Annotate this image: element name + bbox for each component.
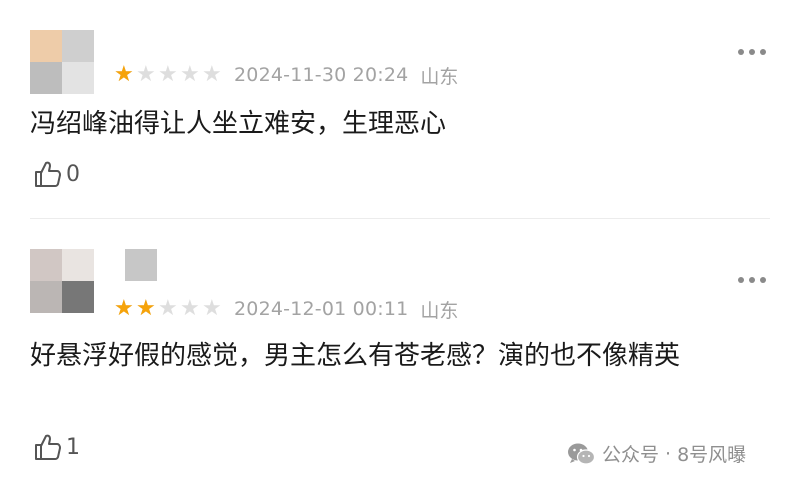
thumbs-up-icon [35, 161, 61, 187]
watermark-separator: · [665, 442, 672, 465]
review-location: 山东 [420, 299, 459, 322]
like-count: 1 [66, 434, 80, 460]
more-options-icon[interactable] [738, 47, 766, 57]
star-icon: ★ ★ [136, 296, 156, 321]
avatar-pixel [62, 281, 94, 313]
review-meta: ★ ★ ★ ★ ★ ★ 2024-11-30 20:24 山东 [114, 61, 458, 89]
avatar-pixel [62, 62, 94, 94]
review-item: ★ ★ ★ ★ ★ ★ 2024-11-30 20:24 山东 冯绍峰油得让人坐立难安，生… [0, 0, 800, 218]
avatar-pixel [62, 30, 94, 62]
review-date: 2024-12-01 00:11 [234, 298, 409, 320]
like-button[interactable]: 0 [32, 158, 80, 190]
review-date: 2024-11-30 20:24 [234, 64, 409, 86]
review-content: 冯绍峰油得让人坐立难安，生理恶心 [30, 109, 447, 139]
star-icon: ★ ★ [114, 296, 134, 321]
review-content: 好悬浮好假的感觉，男主怎么有苍老感？演的也不像精英 [30, 341, 681, 371]
watermark-account-name: 8号风曝 [677, 444, 747, 466]
avatar-pixel [62, 249, 94, 281]
avatar-pixel [30, 281, 62, 313]
star-icon: ★ [180, 296, 200, 321]
wechat-icon [568, 443, 596, 465]
watermark: 公众号 · 8号风曝 [566, 440, 746, 467]
avatar-pixel [30, 30, 62, 62]
thumbs-up-icon [35, 434, 61, 460]
like-button[interactable]: 1 [32, 431, 80, 463]
watermark-account-label: 公众号 [602, 444, 660, 466]
avatar[interactable] [30, 249, 94, 313]
star-icon: ★ [202, 62, 222, 87]
more-options-icon[interactable] [738, 275, 766, 285]
review-location: 山东 [420, 65, 459, 88]
star-rating: ★ ★ ★ ★ ★ ★ ★ [114, 298, 224, 320]
star-icon: ★ ★ [114, 62, 134, 87]
star-icon: ★ [202, 296, 222, 321]
review-meta: ★ ★ ★ ★ ★ ★ ★ 2024-12-01 00:11 山东 [114, 295, 458, 323]
avatar-pixel [30, 249, 62, 281]
username-obscured[interactable] [125, 249, 157, 281]
avatar-pixel [30, 62, 62, 94]
avatar[interactable] [30, 30, 94, 94]
star-icon: ★ [158, 62, 178, 87]
like-count: 0 [66, 161, 80, 187]
star-icon: ★ [136, 62, 156, 87]
star-rating: ★ ★ ★ ★ ★ ★ [114, 64, 224, 86]
star-icon: ★ [158, 296, 178, 321]
reviews-page: ★ ★ ★ ★ ★ ★ 2024-11-30 20:24 山东 冯绍峰油得让人坐立难安，生… [0, 0, 800, 485]
star-icon: ★ [180, 62, 200, 87]
